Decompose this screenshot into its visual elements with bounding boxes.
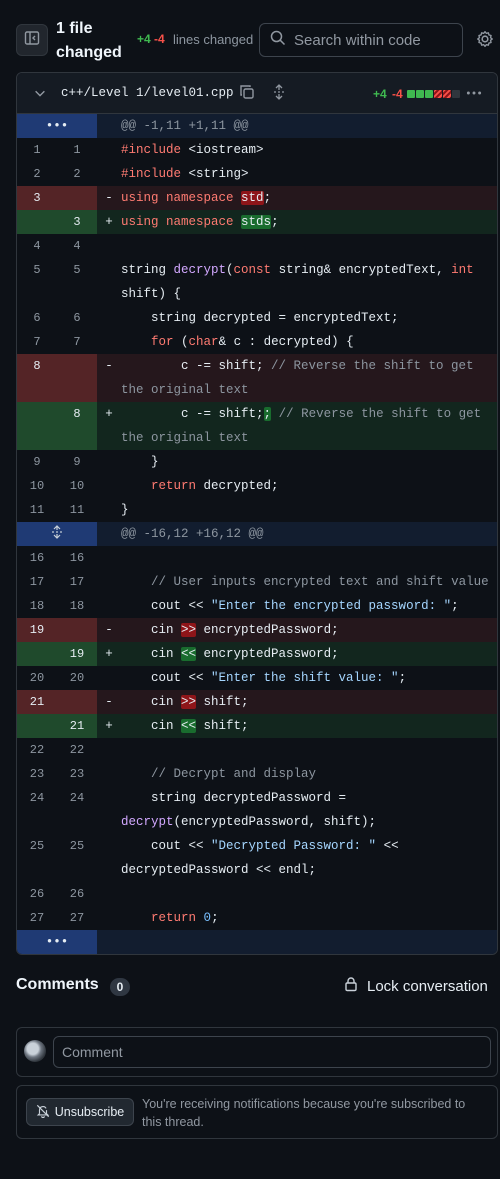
deletions-count: -4 [154,32,165,46]
expand-hunk-button[interactable] [17,522,97,546]
diff-line: 24 24 string decryptedPassword = decrypt(… [29,791,377,829]
diff-line-added: 8 + c -= shift;; // Reverse the shift to … [17,402,497,450]
hunk-header-row[interactable]: @@ -16,12 +16,12 @@ [17,522,497,546]
expand-all-icon[interactable] [271,84,287,105]
comment-composer [16,1027,498,1077]
hunk-header-row[interactable]: ••• @@ -1,11 +1,11 @@ [17,114,497,138]
gear-icon [476,30,494,53]
diff-line-added: 3 + using namespace stds; [17,210,497,234]
diff-lines: ••• @@ -1,11 +1,11 @@ 1 1 #include <iostre… [17,114,497,954]
files-changed-title: 1 file changed [56,20,122,61]
file-name[interactable]: c++/Level 1/level01.cpp [61,86,234,100]
lock-conversation-label: Lock conversation [367,977,488,995]
bell-slash-icon [36,1104,50,1121]
ellipsis-icon: ••• [45,119,69,133]
diff-line: 17 17 // User inputs encrypted text and s… [29,575,489,589]
ellipsis-icon: ••• [45,935,69,949]
diff-line: 99 } [33,455,159,469]
file-header: c++/Level 1/level01.cpp +4 -4 [17,73,497,114]
diff-line: 26 26 [29,887,85,901]
copy-icon[interactable] [239,84,255,105]
comments-count-badge: 0 [110,978,130,996]
diff-toolbar: 1 file changed +4 -4 lines changed [0,0,500,72]
file-tree-toggle-button[interactable] [16,24,48,56]
diff-line-added: 19 + cin << encryptedPassword; [17,642,497,666]
chevron-down-icon[interactable] [33,86,47,105]
lock-icon [343,976,359,996]
diff-line: 77 for (char& c : decrypted) { [33,335,354,349]
comments-title: Comments [16,976,99,993]
diff-line: 5 5 string decrypt(const string& encrypted… [33,263,482,301]
comment-input[interactable] [53,1036,491,1068]
diff-line: 66 string decrypted = encryptedText; [33,311,399,325]
diff-line: 25 25 cout << "Decrypted Password: " << d… [29,839,407,877]
diff-line: 44 [33,239,81,253]
expand-down-button[interactable]: ••• [17,930,97,954]
hunk-footer-row[interactable]: ••• [17,930,497,954]
diff-line-deleted: 3- using namespace std; [17,186,497,210]
diff-line-deleted: 19- cin >> encryptedPassword; [17,618,497,642]
lines-changed-label: lines changed [173,32,254,47]
unsubscribe-button[interactable]: Unsubscribe [26,1098,134,1126]
diff-line: 1 1 #include <iostream> [33,143,264,157]
diff-line-deleted: 8- c -= shift; // Reverse the shift to g… [17,354,497,402]
expand-hunk-button[interactable]: ••• [17,114,97,138]
diff-line: 20 20 cout << "Enter the shift value: "; [29,671,407,685]
lock-conversation-button[interactable]: Lock conversation [343,976,488,996]
diffstat-del-block [434,90,442,98]
unsubscribe-label: Unsubscribe [54,1105,125,1119]
notifications-panel: Unsubscribe You're receiving notificatio… [16,1085,498,1139]
additions-count: +4 [137,32,151,46]
search-icon [270,30,286,51]
hunk-header: @@ -16,12 +16,12 @@ [121,527,264,541]
diff-line: 11 11} [29,503,129,517]
diffstat-add-block [407,90,415,98]
unfold-icon [51,525,63,543]
diff-line: 22 22 [29,743,85,757]
diff-line: 10 10 return decrypted; [29,479,279,493]
diff-line: 2 2 #include <string> [33,167,249,181]
code-search-box[interactable] [259,23,463,57]
diff-line: 18 18 cout << "Enter the encrypted passwo… [29,599,459,613]
diffstat-del-block [443,90,451,98]
diffstat-blocks [407,90,460,98]
diff-line: 16 16 [29,551,85,565]
notification-reason-text: You're receiving notifications because y… [142,1097,466,1129]
diffstat-add-block [416,90,424,98]
diff-line-added: 21 + cin << shift; [17,714,497,738]
file-deletions-count: -4 [392,87,403,101]
diffstat-neutral-block [452,90,460,98]
diff-line-deleted: 21- cin >> shift; [17,690,497,714]
diff-line: 23 23 // Decrypt and display [29,767,317,781]
diffstat-add-block [425,90,433,98]
kebab-menu-icon[interactable] [465,84,483,107]
hunk-header: @@ -1,11 +1,11 @@ [121,119,249,133]
sidebar-toggle-icon [24,30,40,51]
file-diff: c++/Level 1/level01.cpp +4 -4 ••• @@ -1,… [16,72,498,955]
avatar [24,1040,46,1062]
diff-line: 27 27 return 0; [29,911,219,925]
file-additions-count: +4 [373,87,387,101]
diff-settings-button[interactable] [474,30,496,52]
search-input[interactable] [294,31,462,49]
